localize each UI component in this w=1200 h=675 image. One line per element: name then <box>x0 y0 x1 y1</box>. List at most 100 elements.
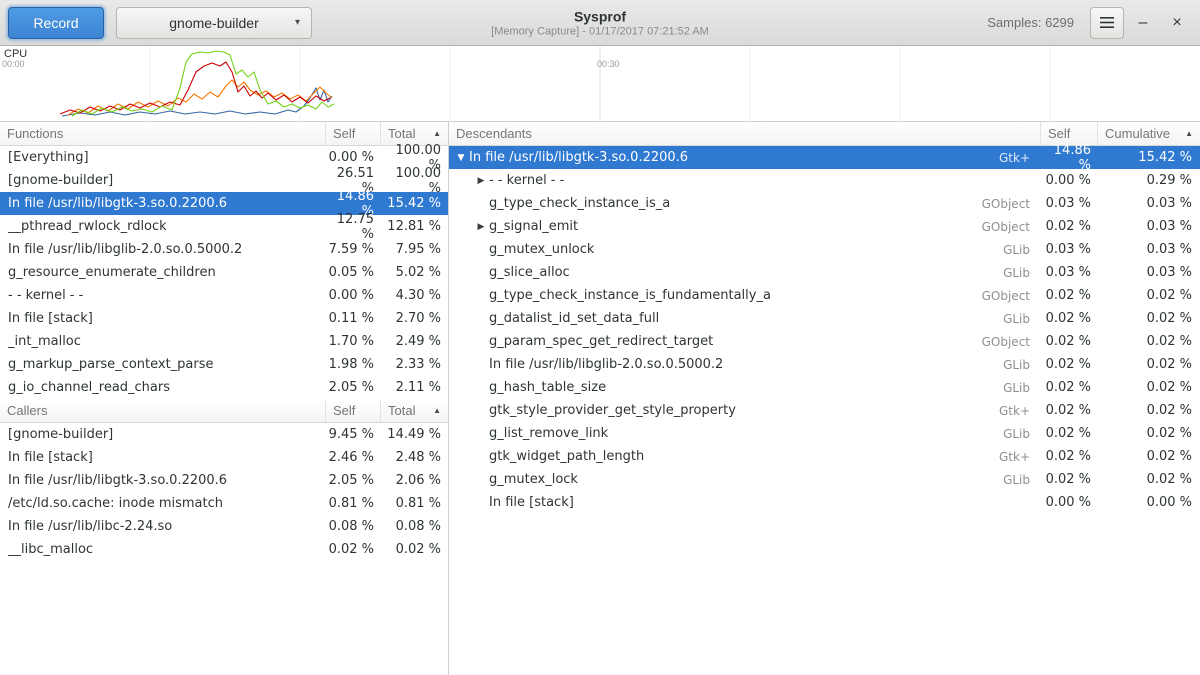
self-percent: 1.98 % <box>325 357 380 372</box>
table-row[interactable]: g_mutex_lockGLib0.02 %0.02 % <box>449 468 1200 491</box>
self-percent: 0.02 % <box>325 542 380 557</box>
cpu-graph-canvas[interactable] <box>0 46 1200 122</box>
table-row[interactable]: [gnome-builder]26.51 %100.00 % <box>0 169 448 192</box>
table-row[interactable]: g_param_spec_get_redirect_targetGObject0… <box>449 330 1200 353</box>
table-row[interactable]: g_resource_enumerate_children0.05 %5.02 … <box>0 261 448 284</box>
self-percent: 0.02 % <box>1040 426 1097 441</box>
column-header-functions[interactable]: Functions <box>0 122 325 145</box>
function-name: [gnome-builder] <box>0 427 325 442</box>
function-name: g_hash_table_size <box>489 380 606 395</box>
function-name: g_slice_alloc <box>489 265 570 280</box>
process-selector[interactable]: gnome-builder ▾ <box>116 7 312 39</box>
category-label: GLib <box>1003 358 1040 372</box>
self-percent: 0.03 % <box>1040 196 1097 211</box>
self-percent: 1.70 % <box>325 334 380 349</box>
table-row[interactable]: In file [stack]0.00 %0.00 % <box>449 491 1200 514</box>
record-button[interactable]: Record <box>8 7 104 39</box>
self-percent: 0.03 % <box>1040 265 1097 280</box>
function-name: g_markup_parse_context_parse <box>0 357 325 372</box>
table-row[interactable]: g_list_remove_linkGLib0.02 %0.02 % <box>449 422 1200 445</box>
table-row[interactable]: In file /usr/lib/libgtk-3.so.0.2200.62.0… <box>0 469 448 492</box>
table-row[interactable]: - - kernel - -0.00 %4.30 % <box>0 284 448 307</box>
cumulative-percent: 0.03 % <box>1097 219 1200 234</box>
table-row[interactable]: In file /usr/lib/libglib-2.0.so.0.5000.2… <box>0 238 448 261</box>
table-row[interactable]: ▼In file /usr/lib/libgtk-3.so.0.2200.6Gt… <box>449 146 1200 169</box>
cpu-graph[interactable]: CPU 00:00 00:30 <box>0 46 1200 122</box>
self-percent: 12.75 % <box>325 212 380 242</box>
table-row[interactable]: [gnome-builder]9.45 %14.49 % <box>0 423 448 446</box>
cpu-time-mid: 00:30 <box>597 59 620 69</box>
table-row[interactable]: In file /usr/lib/libglib-2.0.so.0.5000.2… <box>449 353 1200 376</box>
cumulative-percent: 0.29 % <box>1097 173 1200 188</box>
descendants-rows: ▼In file /usr/lib/libgtk-3.so.0.2200.6Gt… <box>449 146 1200 514</box>
expander-icon[interactable]: ▼ <box>453 153 469 163</box>
total-percent: 15.42 % <box>380 196 448 211</box>
table-row[interactable]: gtk_widget_path_lengthGtk+0.02 %0.02 % <box>449 445 1200 468</box>
table-row[interactable]: g_markup_parse_context_parse1.98 %2.33 % <box>0 353 448 376</box>
table-row[interactable]: ▶g_signal_emitGObject0.02 %0.03 % <box>449 215 1200 238</box>
table-row[interactable]: __libc_malloc0.02 %0.02 % <box>0 538 448 561</box>
cumulative-percent: 15.42 % <box>1097 150 1200 165</box>
table-row[interactable]: g_datalist_id_set_data_fullGLib0.02 %0.0… <box>449 307 1200 330</box>
column-header-descendants[interactable]: Descendants <box>449 122 1040 145</box>
self-percent: 0.02 % <box>1040 311 1097 326</box>
column-header-total[interactable]: Total ▲ <box>380 399 448 422</box>
column-header-self[interactable]: Self <box>325 399 380 422</box>
expander-icon[interactable]: ▶ <box>473 222 489 232</box>
self-percent: 0.02 % <box>1040 449 1097 464</box>
total-percent: 2.33 % <box>380 357 448 372</box>
table-row[interactable]: __pthread_rwlock_rdlock12.75 %12.81 % <box>0 215 448 238</box>
minimize-button[interactable]: – <box>1128 8 1158 38</box>
self-percent: 2.05 % <box>325 473 380 488</box>
table-row[interactable]: gtk_style_provider_get_style_propertyGtk… <box>449 399 1200 422</box>
category-label: GLib <box>1003 427 1040 441</box>
total-percent: 0.08 % <box>380 519 448 534</box>
function-name: __libc_malloc <box>0 542 325 557</box>
table-row[interactable]: ▶- - kernel - -0.00 %0.29 % <box>449 169 1200 192</box>
self-percent: 0.02 % <box>1040 334 1097 349</box>
category-label: Gtk+ <box>999 151 1040 165</box>
table-row[interactable]: In file /usr/lib/libc-2.24.so0.08 %0.08 … <box>0 515 448 538</box>
table-row[interactable]: In file [stack]2.46 %2.48 % <box>0 446 448 469</box>
left-pane: Functions Self Total ▲ [Everything]0.00 … <box>0 122 449 675</box>
total-percent: 100.00 % <box>380 166 448 196</box>
table-row[interactable]: g_type_check_instance_is_fundamentally_a… <box>449 284 1200 307</box>
cumulative-percent: 0.02 % <box>1097 334 1200 349</box>
category-label: Gtk+ <box>999 404 1040 418</box>
close-button[interactable]: × <box>1162 8 1192 38</box>
column-header-self[interactable]: Self <box>325 122 380 145</box>
self-percent: 0.00 % <box>1040 495 1097 510</box>
table-row[interactable]: /etc/ld.so.cache: inode mismatch0.81 %0.… <box>0 492 448 515</box>
total-percent: 4.30 % <box>380 288 448 303</box>
callers-header: Callers Self Total ▲ <box>0 399 448 423</box>
table-row[interactable]: g_type_check_instance_is_aGObject0.03 %0… <box>449 192 1200 215</box>
function-name: g_resource_enumerate_children <box>0 265 325 280</box>
total-percent: 7.95 % <box>380 242 448 257</box>
cpu-time-start: 00:00 <box>2 59 25 69</box>
table-row[interactable]: g_hash_table_sizeGLib0.02 %0.02 % <box>449 376 1200 399</box>
column-header-cumulative[interactable]: Cumulative ▲ <box>1097 122 1200 145</box>
table-row[interactable]: In file /usr/lib/libgtk-3.so.0.2200.614.… <box>0 192 448 215</box>
cumulative-percent: 0.02 % <box>1097 472 1200 487</box>
self-percent: 0.02 % <box>1040 403 1097 418</box>
column-header-total-label: Total <box>388 126 415 141</box>
expander-icon[interactable]: ▶ <box>473 176 489 186</box>
menu-button[interactable] <box>1090 7 1124 39</box>
column-header-callers[interactable]: Callers <box>0 399 325 422</box>
function-name: _int_malloc <box>0 334 325 349</box>
function-name: gtk_widget_path_length <box>489 449 644 464</box>
window-title: Sysprof [Memory Capture] - 01/17/2017 07… <box>491 8 709 37</box>
function-name: In file /usr/lib/libglib-2.0.so.0.5000.2 <box>489 357 723 372</box>
table-row[interactable]: g_mutex_unlockGLib0.03 %0.03 % <box>449 238 1200 261</box>
self-percent: 2.05 % <box>325 380 380 395</box>
table-row[interactable]: g_io_channel_read_chars2.05 %2.11 % <box>0 376 448 399</box>
table-row[interactable]: _int_malloc1.70 %2.49 % <box>0 330 448 353</box>
main-area: Functions Self Total ▲ [Everything]0.00 … <box>0 122 1200 675</box>
sort-indicator-icon: ▲ <box>1185 129 1193 138</box>
table-row[interactable]: g_slice_allocGLib0.03 %0.03 % <box>449 261 1200 284</box>
self-percent: 0.11 % <box>325 311 380 326</box>
cumulative-percent: 0.00 % <box>1097 495 1200 510</box>
table-row[interactable]: In file [stack]0.11 %2.70 % <box>0 307 448 330</box>
hamburger-icon <box>1100 17 1114 28</box>
function-name: In file /usr/lib/libglib-2.0.so.0.5000.2 <box>0 242 325 257</box>
